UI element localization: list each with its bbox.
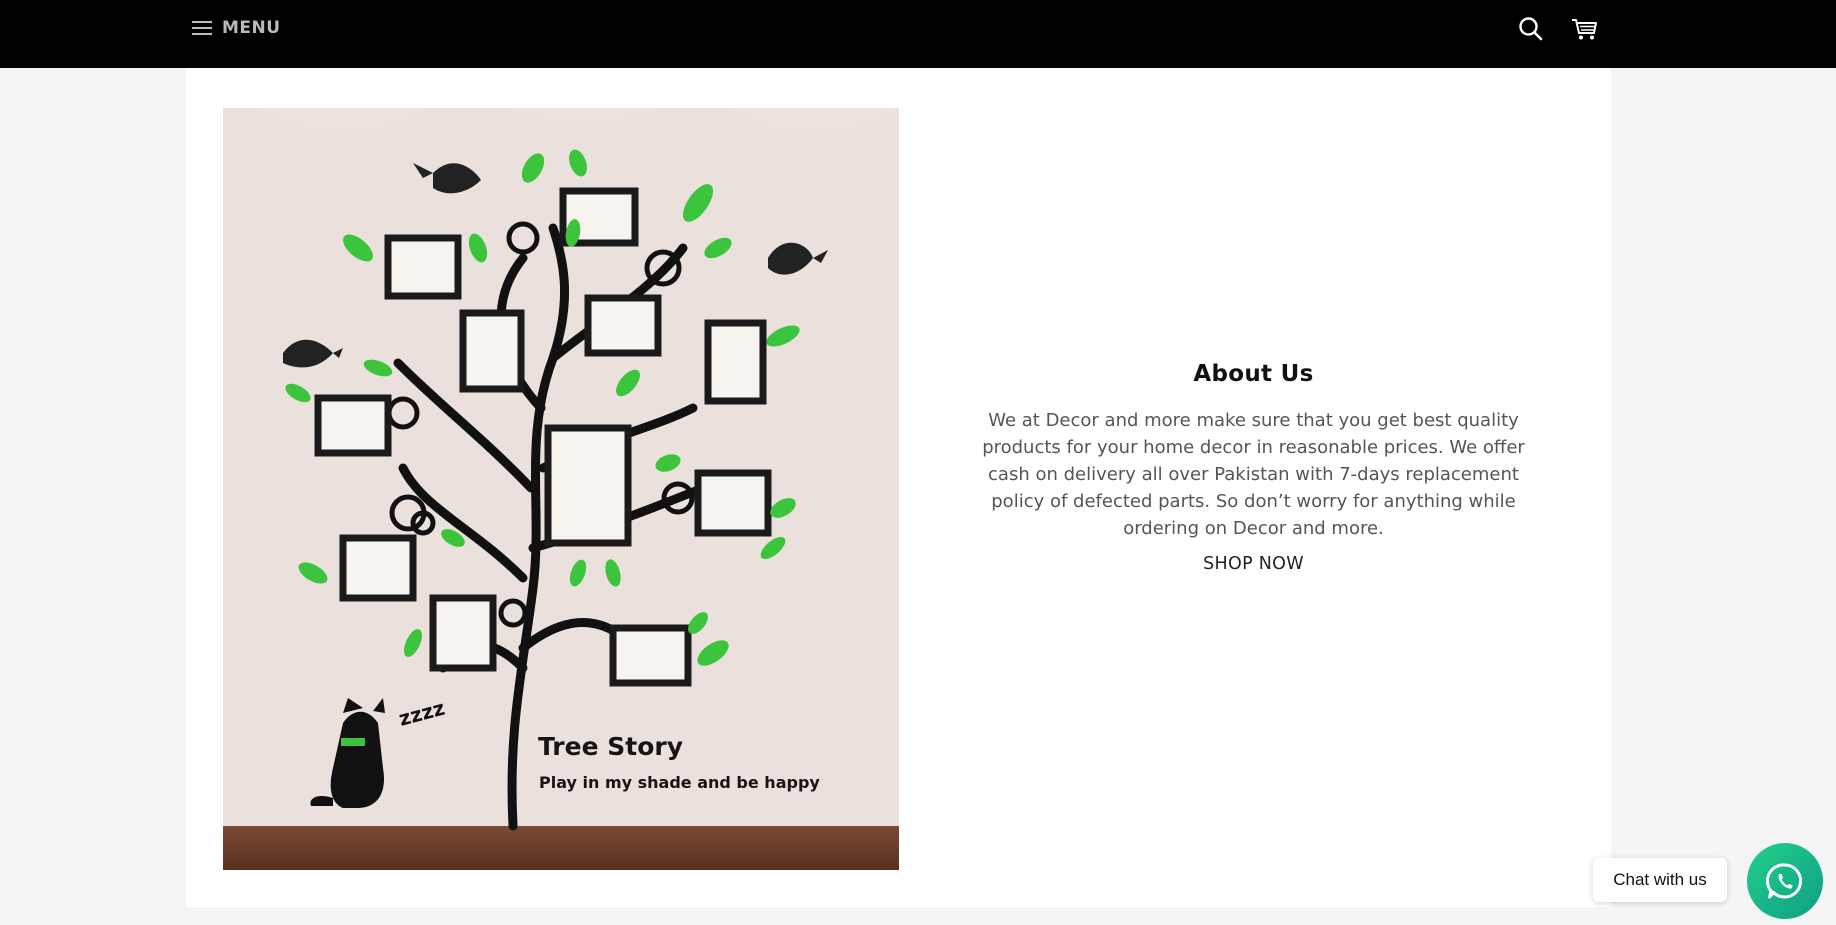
hamburger-icon [192,20,212,36]
search-button[interactable] [1516,14,1546,44]
whatsapp-button[interactable] [1747,843,1823,919]
tree-wall-decal-image: zzzz Tree Story Play in my shade and be … [223,108,899,870]
search-icon [1519,17,1543,41]
whatsapp-icon [1765,863,1803,899]
about-body: We at Decor and more make sure that you … [982,410,1525,539]
about-title: About Us [1193,361,1314,387]
cart-icon [1572,19,1597,40]
tree-decal-illustration: zzzz Tree Story Play in my shade and be … [223,108,899,870]
tree-story-heading: Tree Story [538,732,683,761]
shop-now-link[interactable]: SHOP NOW [1203,554,1304,574]
menu-button[interactable]: MENU [192,14,281,42]
main-content: zzzz Tree Story Play in my shade and be … [186,68,1611,907]
cart-button[interactable] [1570,14,1600,44]
site-header: MENU [0,0,1836,68]
about-section: About Us We at Decor and more make sure … [962,68,1545,907]
chat-with-us-label[interactable]: Chat with us [1593,858,1727,902]
tree-story-tagline: Play in my shade and be happy [539,773,820,792]
menu-label: MENU [222,18,281,38]
